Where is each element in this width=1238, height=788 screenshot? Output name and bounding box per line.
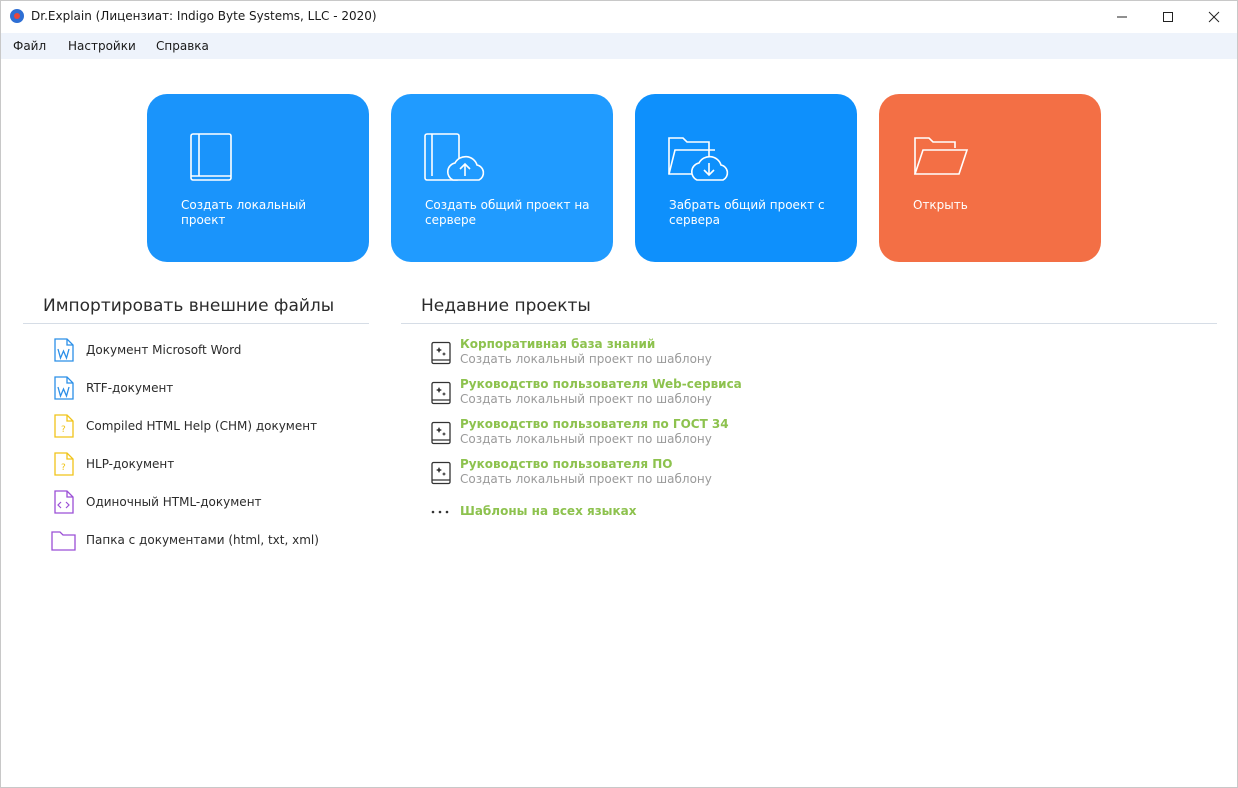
open-project-tile[interactable]: Открыть [879,94,1101,262]
menu-help[interactable]: Справка [156,39,209,53]
open-folder-icon [913,137,969,175]
html-doc-icon [54,490,74,514]
more-dots-icon [431,510,449,514]
all-languages-templates-label: Шаблоны на всех языках [460,504,637,518]
maximize-icon [1163,12,1173,22]
import-divider [23,323,369,324]
recent-project-item[interactable]: Руководство пользователя по ГОСТ 34 Созд… [429,417,829,451]
template-book-icon [431,381,451,405]
create-local-project-tile[interactable]: Создать локальный проект [147,94,369,262]
recent-project-item[interactable]: Корпоративная база знаний Создать локаль… [429,337,829,371]
import-item-label: Папка с документами (html, txt, xml) [86,533,319,547]
minimize-icon [1117,16,1127,18]
recent-project-item[interactable]: Руководство пользователя Web-сервиса Соз… [429,377,829,411]
chm-help-icon: ? [54,414,74,438]
close-icon [1208,11,1220,23]
maximize-button[interactable] [1145,1,1191,33]
import-item-label: Документ Microsoft Word [86,343,242,357]
app-logo-icon [10,9,24,23]
close-button[interactable] [1191,1,1237,33]
folder-cloud-download-icon [668,137,729,181]
minimize-button[interactable] [1099,1,1145,33]
recent-section-title: Недавние проекты [421,296,591,316]
svg-text:?: ? [61,425,66,435]
import-html-item[interactable]: Одиночный HTML-документ [51,489,371,515]
recent-project-subtitle: Создать локальный проект по шаблону [460,432,712,446]
recent-project-name: Руководство пользователя ПО [460,457,673,471]
title-bar: Dr.Explain (Лицензиат: Indigo Byte Syste… [1,1,1237,33]
recent-project-subtitle: Создать локальный проект по шаблону [460,392,712,406]
tile-label: Создать локальный проект [181,198,307,227]
import-hlp-item[interactable]: ? HLP-документ [51,451,371,477]
menu-file[interactable]: Файл [13,39,46,53]
menu-bar: Файл Настройки Справка [1,33,1237,59]
import-word-item[interactable]: Документ Microsoft Word [51,337,371,363]
import-item-label: HLP-документ [86,457,175,471]
import-item-label: Одиночный HTML-документ [86,495,262,509]
tile-label: Создать общий проект на сервере [425,198,590,227]
tile-label: Открыть [913,198,968,212]
rtf-doc-icon [54,376,74,400]
app-window: Dr.Explain (Лицензиат: Indigo Byte Syste… [0,0,1238,788]
import-chm-item[interactable]: ? Compiled HTML Help (CHM) документ [51,413,371,439]
import-item-label: Compiled HTML Help (CHM) документ [86,419,318,433]
window-title: Dr.Explain (Лицензиат: Indigo Byte Syste… [31,9,377,23]
book-cloud-upload-icon [424,133,485,181]
recent-project-subtitle: Создать локальный проект по шаблону [460,352,712,366]
recent-project-name: Руководство пользователя Web-сервиса [460,377,742,391]
import-folder-item[interactable]: Папка с документами (html, txt, xml) [51,527,371,553]
folder-icon [51,531,76,551]
recent-project-item[interactable]: Руководство пользователя ПО Создать лока… [429,457,829,491]
template-book-icon [431,461,451,485]
svg-text:?: ? [61,463,66,473]
word-doc-icon [54,338,74,362]
import-rtf-item[interactable]: RTF-документ [51,375,371,401]
import-item-label: RTF-документ [86,381,174,395]
menu-settings[interactable]: Настройки [68,39,136,53]
fetch-shared-project-tile[interactable]: Забрать общий проект с сервера [635,94,857,262]
recent-project-name: Корпоративная база знаний [460,337,656,351]
template-book-icon [431,421,451,445]
tile-label: Забрать общий проект с сервера [669,198,825,227]
import-section-title: Импортировать внешние файлы [43,296,335,316]
recent-project-name: Руководство пользователя по ГОСТ 34 [460,417,729,431]
recent-divider [401,323,1217,324]
all-languages-templates-link[interactable]: Шаблоны на всех языках [429,503,689,521]
book-icon [190,133,232,181]
recent-project-subtitle: Создать локальный проект по шаблону [460,472,712,486]
template-book-icon [431,341,451,365]
create-shared-project-tile[interactable]: Создать общий проект на сервере [391,94,613,262]
hlp-help-icon: ? [54,452,74,476]
